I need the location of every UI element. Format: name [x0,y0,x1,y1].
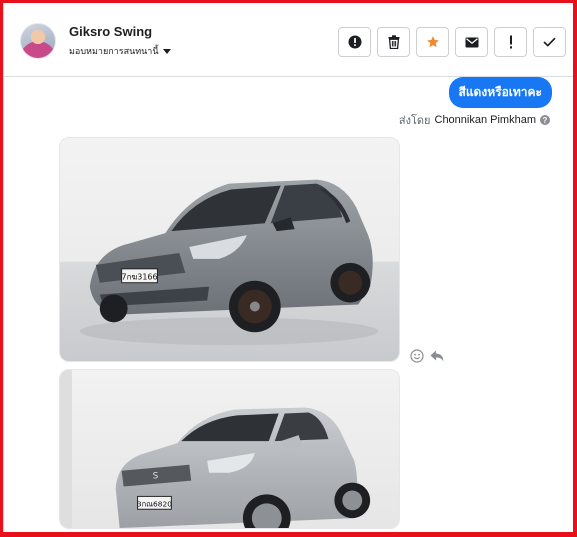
car-photo-2[interactable]: S 3กณ6820 [59,369,400,529]
contact-name[interactable]: Giksro Swing [69,24,152,39]
sent-by-line: ส่งโดย Chonnikan Pimkham ? [399,111,550,129]
reply-icon[interactable] [430,350,444,362]
help-icon[interactable]: ? [540,115,550,125]
license-plate-2: 3กณ6820 [137,499,172,508]
envelope-icon [465,37,478,47]
conversation-panel: Giksro Swing มอบหมายการสนทนานี้ สีแดงหรื… [3,3,573,532]
outgoing-message-bubble[interactable]: สีแดงหรือเทาคะ [448,77,552,108]
contact-avatar[interactable] [20,23,56,59]
delete-button[interactable] [377,27,410,57]
star-icon [426,36,439,48]
mark-important-button[interactable] [494,27,527,57]
license-plate-1: 7กฆ3166 [122,273,158,282]
assign-conversation-dropdown[interactable]: มอบหมายการสนทนานี้ [69,44,171,58]
svg-text:S: S [153,472,159,482]
report-spam-button[interactable] [338,27,371,57]
car-image-grey-hatchback: 7กฆ3166 [60,138,399,361]
sent-by-prefix: ส่งโดย [398,115,431,127]
sender-name: Chonnikan Pimkham [434,114,537,126]
trash-icon [388,35,399,49]
conversation-header: Giksro Swing มอบหมายการสนทนานี้ [4,3,573,77]
caret-down-icon [162,48,171,54]
mark-done-button[interactable] [533,27,566,57]
mark-unread-button[interactable] [455,27,488,57]
message-reactions [410,349,444,363]
car-image-silver-hatchback: S 3กณ6820 [60,370,399,528]
check-icon [543,37,556,47]
assign-label: มอบหมายการสนทนานี้ [69,46,159,56]
exclamation-icon [509,35,512,49]
car-photo-1[interactable]: 7กฆ3166 [59,137,400,362]
conversation-actions [338,27,566,57]
exclamation-circle-icon [348,35,361,49]
star-button[interactable] [416,27,449,57]
emoji-react-icon[interactable] [410,349,424,363]
